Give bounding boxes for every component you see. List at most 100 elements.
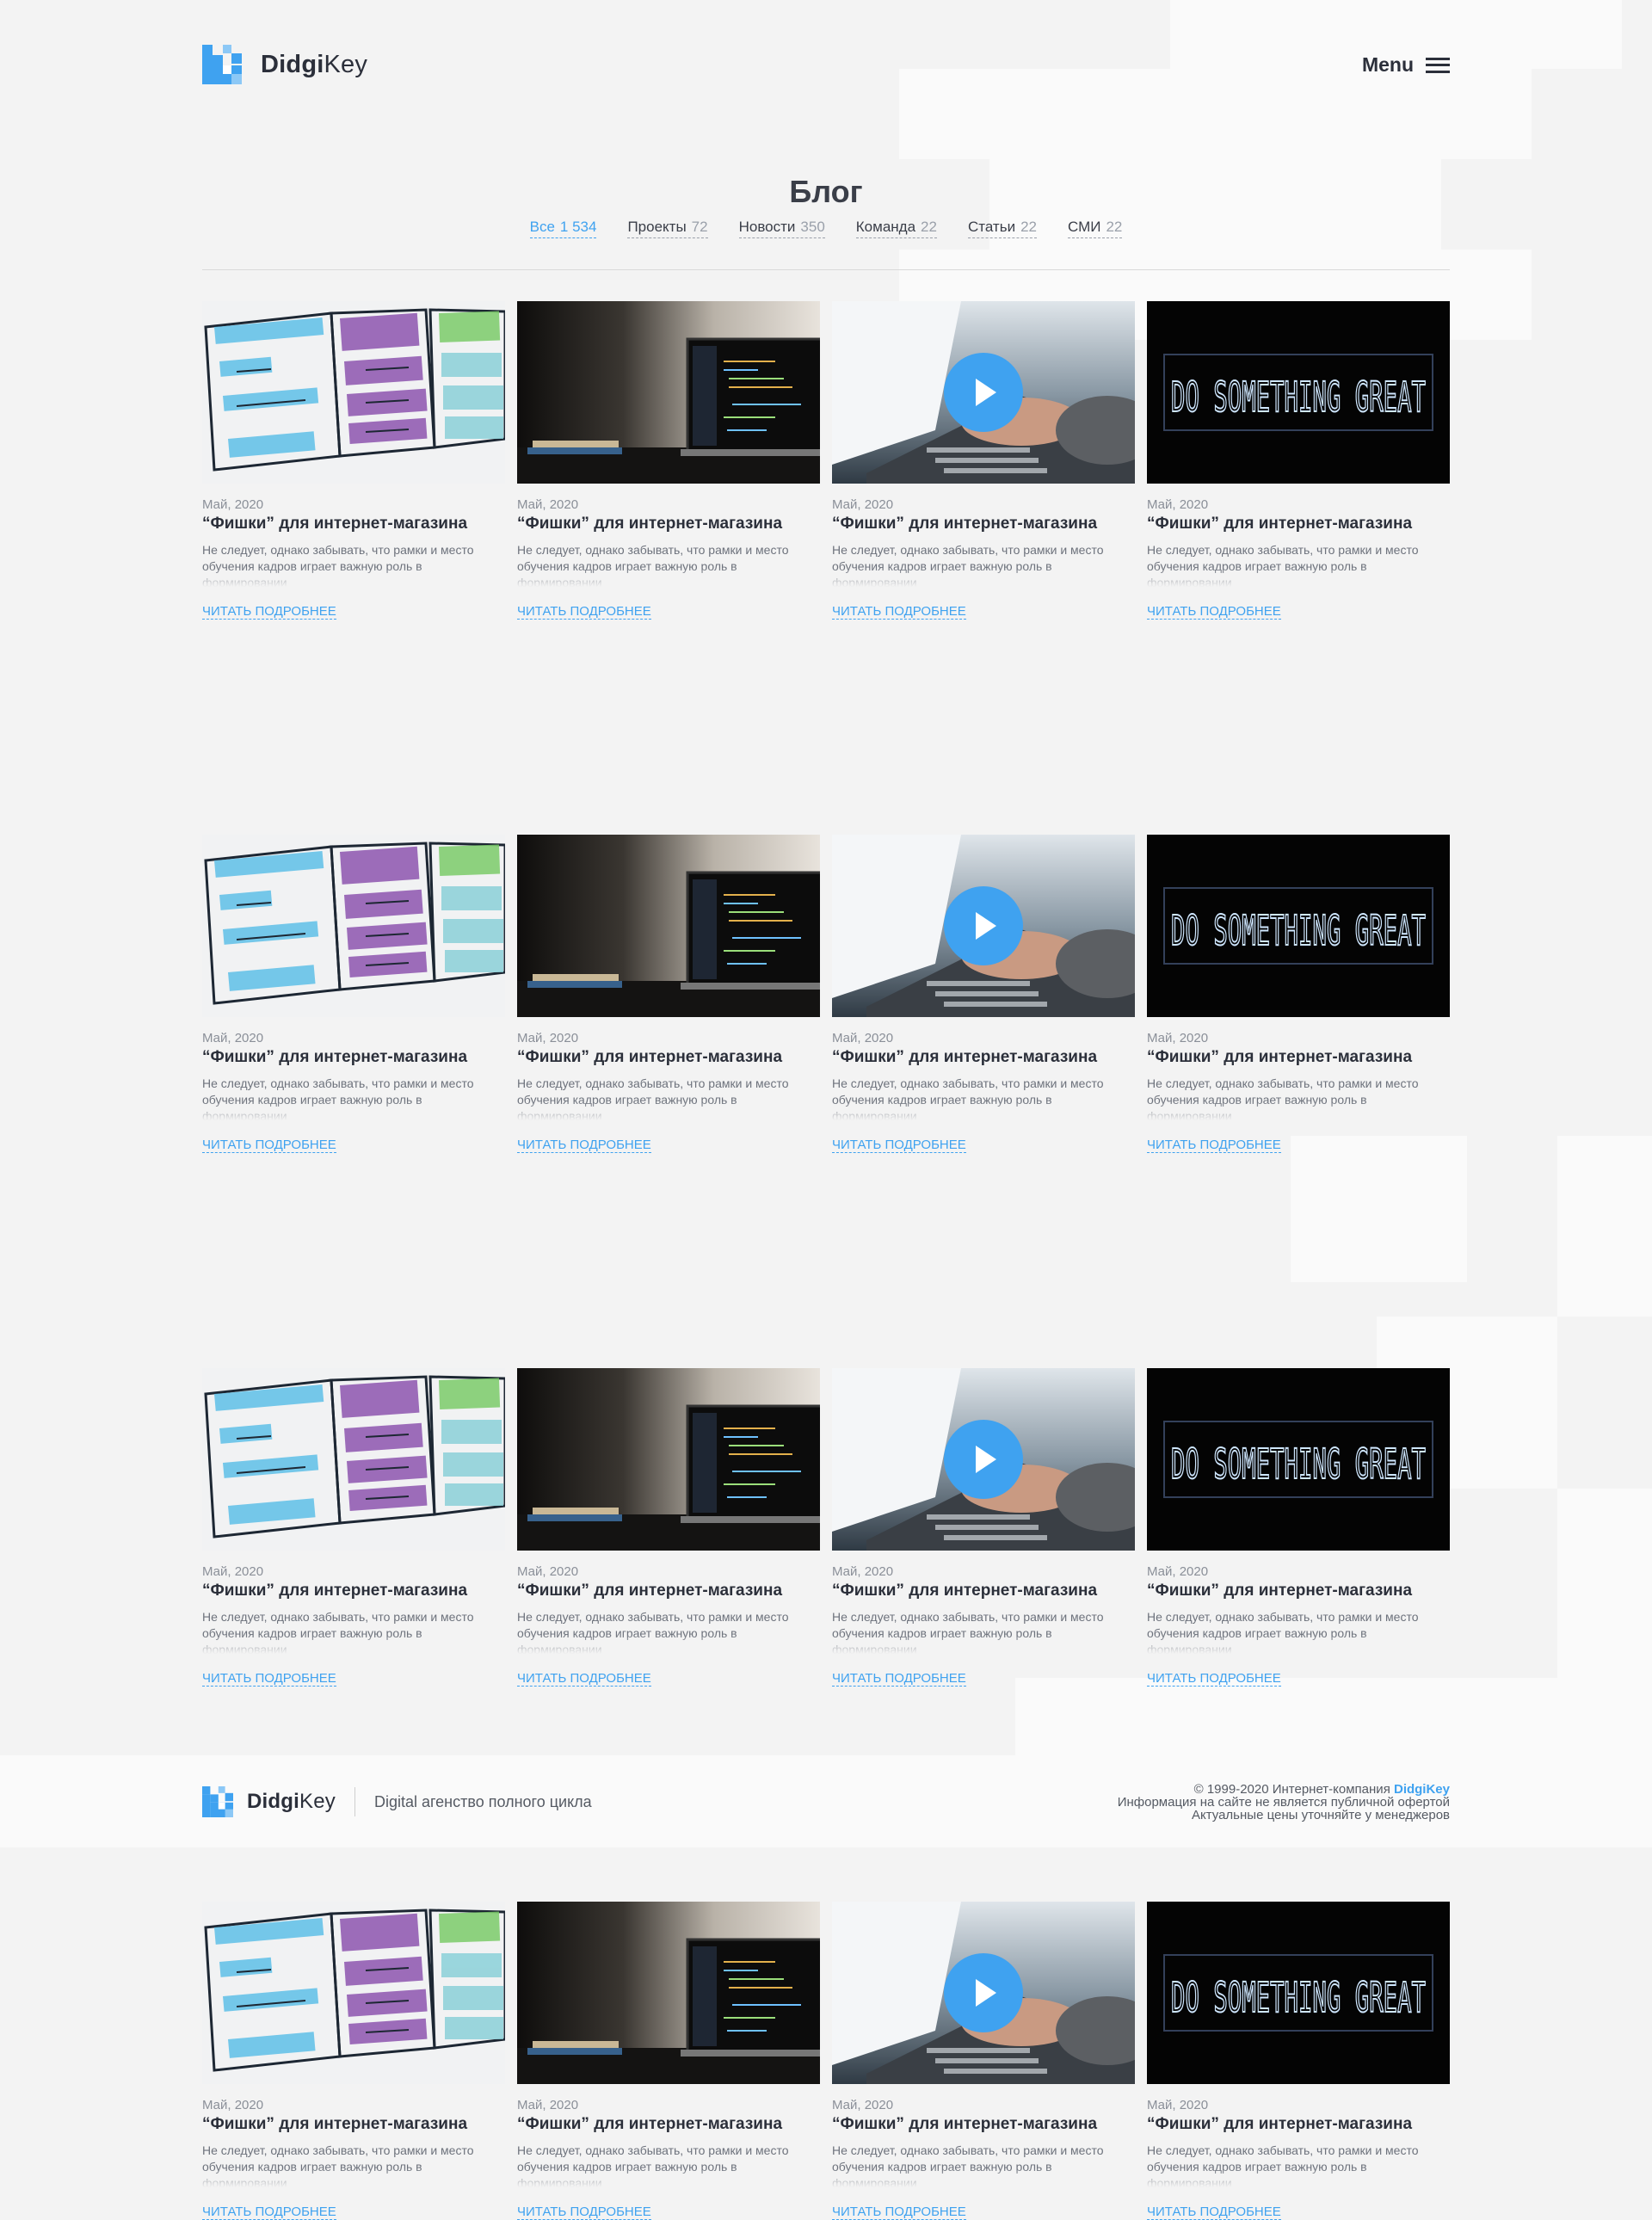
read-more-link[interactable]: ЧИТАТЬ ПОДРОБНЕЕ: [517, 1138, 651, 1153]
card-date: Май, 2020: [832, 2098, 894, 2112]
tab-count: 72: [691, 219, 708, 235]
read-more-link[interactable]: ЧИТАТЬ ПОДРОБНЕЕ: [1147, 2205, 1281, 2220]
logo[interactable]: DidgiKey: [202, 45, 367, 84]
card-date: Май, 2020: [832, 1564, 894, 1579]
logo-icon: [202, 1786, 233, 1817]
card-thumbnail[interactable]: [517, 1902, 820, 2084]
tab-count: 1 534: [559, 219, 597, 235]
card-title[interactable]: “Фишки” для интернет-магазина: [832, 515, 1097, 533]
card-description: Не следует, однако забывать, что рамки и…: [832, 1076, 1135, 1120]
card-description: Не следует, однако забывать, что рамки и…: [832, 2143, 1135, 2187]
tab-2[interactable]: Новости 350: [738, 219, 825, 238]
read-more-link[interactable]: ЧИТАТЬ ПОДРОБНЕЕ: [202, 1671, 336, 1687]
card-title[interactable]: “Фишки” для интернет-магазина: [517, 1048, 782, 1067]
read-more-link[interactable]: ЧИТАТЬ ПОДРОБНЕЕ: [517, 2205, 651, 2220]
card-title[interactable]: “Фишки” для интернет-магазина: [202, 515, 467, 533]
svg-text:DO SOMETHING GREAT: DO SOMETHING GREAT: [1171, 1440, 1426, 1489]
blog-card[interactable]: Май, 2020 “Фишки” для интернет-магазина Не…: [202, 301, 505, 620]
card-title[interactable]: “Фишки” для интернет-магазина: [832, 2115, 1097, 2134]
blog-card[interactable]: Май, 2020 “Фишки” для интернет-магазина Не…: [832, 1902, 1135, 2220]
blog-card[interactable]: Май, 2020 “Фишки” для интернет-магазина Не…: [517, 1368, 820, 1687]
card-thumbnail[interactable]: [517, 301, 820, 484]
read-more-link[interactable]: ЧИТАТЬ ПОДРОБНЕЕ: [1147, 1671, 1281, 1687]
tab-1[interactable]: Проекты 72: [627, 219, 708, 238]
card-title[interactable]: “Фишки” для интернет-магазина: [832, 1582, 1097, 1600]
blog-card[interactable]: Май, 2020 “Фишки” для интернет-магазина Не…: [517, 1902, 820, 2220]
blog-card[interactable]: DO SOMETHING GREAT Май, 2020 “Фишки” для и…: [1147, 1368, 1450, 1687]
read-more-link[interactable]: ЧИТАТЬ ПОДРОБНЕЕ: [517, 604, 651, 620]
read-more-link[interactable]: ЧИТАТЬ ПОДРОБНЕЕ: [202, 604, 336, 620]
read-more-link[interactable]: ЧИТАТЬ ПОДРОБНЕЕ: [832, 604, 966, 620]
card-thumbnail[interactable]: DO SOMETHING GREAT: [1147, 301, 1450, 484]
footer-logo-text: DidgiKey: [247, 1790, 336, 1813]
blog-card[interactable]: DO SOMETHING GREAT Май, 2020 “Фишки” для и…: [1147, 301, 1450, 620]
card-thumbnail[interactable]: [517, 1368, 820, 1551]
card-thumbnail[interactable]: [832, 1902, 1135, 2084]
blog-card[interactable]: DO SOMETHING GREAT Май, 2020 “Фишки” для и…: [1147, 835, 1450, 1153]
card-title[interactable]: “Фишки” для интернет-магазина: [1147, 2115, 1412, 2134]
card-thumbnail[interactable]: DO SOMETHING GREAT: [1147, 1902, 1450, 2084]
card-title[interactable]: “Фишки” для интернет-магазина: [517, 515, 782, 533]
blog-card[interactable]: DO SOMETHING GREAT Май, 2020 “Фишки” для и…: [1147, 1902, 1450, 2220]
card-title[interactable]: “Фишки” для интернет-магазина: [517, 2115, 782, 2134]
footer-info: © 1999-2020 Интернет-компания DidgiKey И…: [1118, 1783, 1450, 1822]
page-title: Блог: [789, 174, 863, 210]
blog-card[interactable]: Май, 2020 “Фишки” для интернет-магазина Не…: [202, 1902, 505, 2220]
card-title[interactable]: “Фишки” для интернет-магазина: [1147, 515, 1412, 533]
card-description: Не следует, однако забывать, что рамки и…: [202, 542, 505, 587]
card-thumbnail[interactable]: DO SOMETHING GREAT: [1147, 835, 1450, 1017]
card-thumbnail[interactable]: DO SOMETHING GREAT: [1147, 1368, 1450, 1551]
tab-3[interactable]: Команда 22: [855, 219, 937, 238]
card-title[interactable]: “Фишки” для интернет-магазина: [517, 1582, 782, 1600]
card-title[interactable]: “Фишки” для интернет-магазина: [202, 1582, 467, 1600]
read-more-link[interactable]: ЧИТАТЬ ПОДРОБНЕЕ: [832, 1671, 966, 1687]
blog-card[interactable]: Май, 2020 “Фишки” для интернет-магазина Не…: [517, 301, 820, 620]
tab-5[interactable]: СМИ 22: [1067, 219, 1123, 238]
read-more-link[interactable]: ЧИТАТЬ ПОДРОБНЕЕ: [832, 2205, 966, 2220]
blog-card[interactable]: Май, 2020 “Фишки” для интернет-магазина Не…: [832, 835, 1135, 1153]
read-more-link[interactable]: ЧИТАТЬ ПОДРОБНЕЕ: [517, 1671, 651, 1687]
card-title[interactable]: “Фишки” для интернет-магазина: [1147, 1582, 1412, 1600]
card-title[interactable]: “Фишки” для интернет-магазина: [202, 1048, 467, 1067]
blog-card[interactable]: Май, 2020 “Фишки” для интернет-магазина Не…: [832, 1368, 1135, 1687]
card-thumbnail[interactable]: [202, 301, 505, 484]
category-tabs: Все 1 534 Проекты 72 Новости 350 Команда 22 Стат…: [0, 219, 1652, 238]
card-description: Не следует, однако забывать, что рамки и…: [1147, 1609, 1450, 1654]
blog-card[interactable]: Май, 2020 “Фишки” для интернет-магазина Не…: [202, 1368, 505, 1687]
blog-card[interactable]: Май, 2020 “Фишки” для интернет-магазина Не…: [202, 835, 505, 1153]
card-thumbnail[interactable]: [202, 1902, 505, 2084]
tab-label: Команда: [855, 219, 916, 235]
footer-logo[interactable]: DidgiKey Digital агенство полного цикла: [202, 1786, 592, 1817]
read-more-link[interactable]: ЧИТАТЬ ПОДРОБНЕЕ: [832, 1138, 966, 1153]
card-thumbnail[interactable]: [832, 835, 1135, 1017]
card-title[interactable]: “Фишки” для интернет-магазина: [1147, 1048, 1412, 1067]
card-thumbnail[interactable]: [832, 1368, 1135, 1551]
play-icon[interactable]: [944, 1953, 1023, 2032]
read-more-link[interactable]: ЧИТАТЬ ПОДРОБНЕЕ: [202, 2205, 336, 2220]
card-thumbnail[interactable]: [832, 301, 1135, 484]
card-thumbnail[interactable]: [202, 1368, 505, 1551]
play-icon[interactable]: [944, 886, 1023, 965]
play-icon[interactable]: [944, 353, 1023, 432]
blog-card[interactable]: Май, 2020 “Фишки” для интернет-магазина Не…: [832, 301, 1135, 620]
card-thumbnail[interactable]: [517, 835, 820, 1017]
card-date: Май, 2020: [202, 1564, 264, 1579]
card-date: Май, 2020: [517, 2098, 579, 2112]
tab-label: Новости: [738, 219, 796, 235]
tab-4[interactable]: Статьи 22: [967, 219, 1037, 238]
footer-tagline: Digital агенство полного цикла: [373, 1792, 592, 1810]
card-title[interactable]: “Фишки” для интернет-магазина: [202, 2115, 467, 2134]
tab-0[interactable]: Все 1 534: [529, 219, 597, 238]
card-date: Май, 2020: [517, 1564, 579, 1579]
card-date: Май, 2020: [832, 497, 894, 512]
read-more-link[interactable]: ЧИТАТЬ ПОДРОБНЕЕ: [202, 1138, 336, 1153]
play-icon[interactable]: [944, 1420, 1023, 1499]
card-description: Не следует, однако забывать, что рамки и…: [202, 1076, 505, 1120]
read-more-link[interactable]: ЧИТАТЬ ПОДРОБНЕЕ: [1147, 604, 1281, 620]
tab-label: Все: [529, 219, 555, 235]
menu-button[interactable]: Menu: [1362, 53, 1450, 77]
card-title[interactable]: “Фишки” для интернет-магазина: [832, 1048, 1097, 1067]
card-thumbnail[interactable]: [202, 835, 505, 1017]
read-more-link[interactable]: ЧИТАТЬ ПОДРОБНЕЕ: [1147, 1138, 1281, 1153]
blog-card[interactable]: Май, 2020 “Фишки” для интернет-магазина Не…: [517, 835, 820, 1153]
